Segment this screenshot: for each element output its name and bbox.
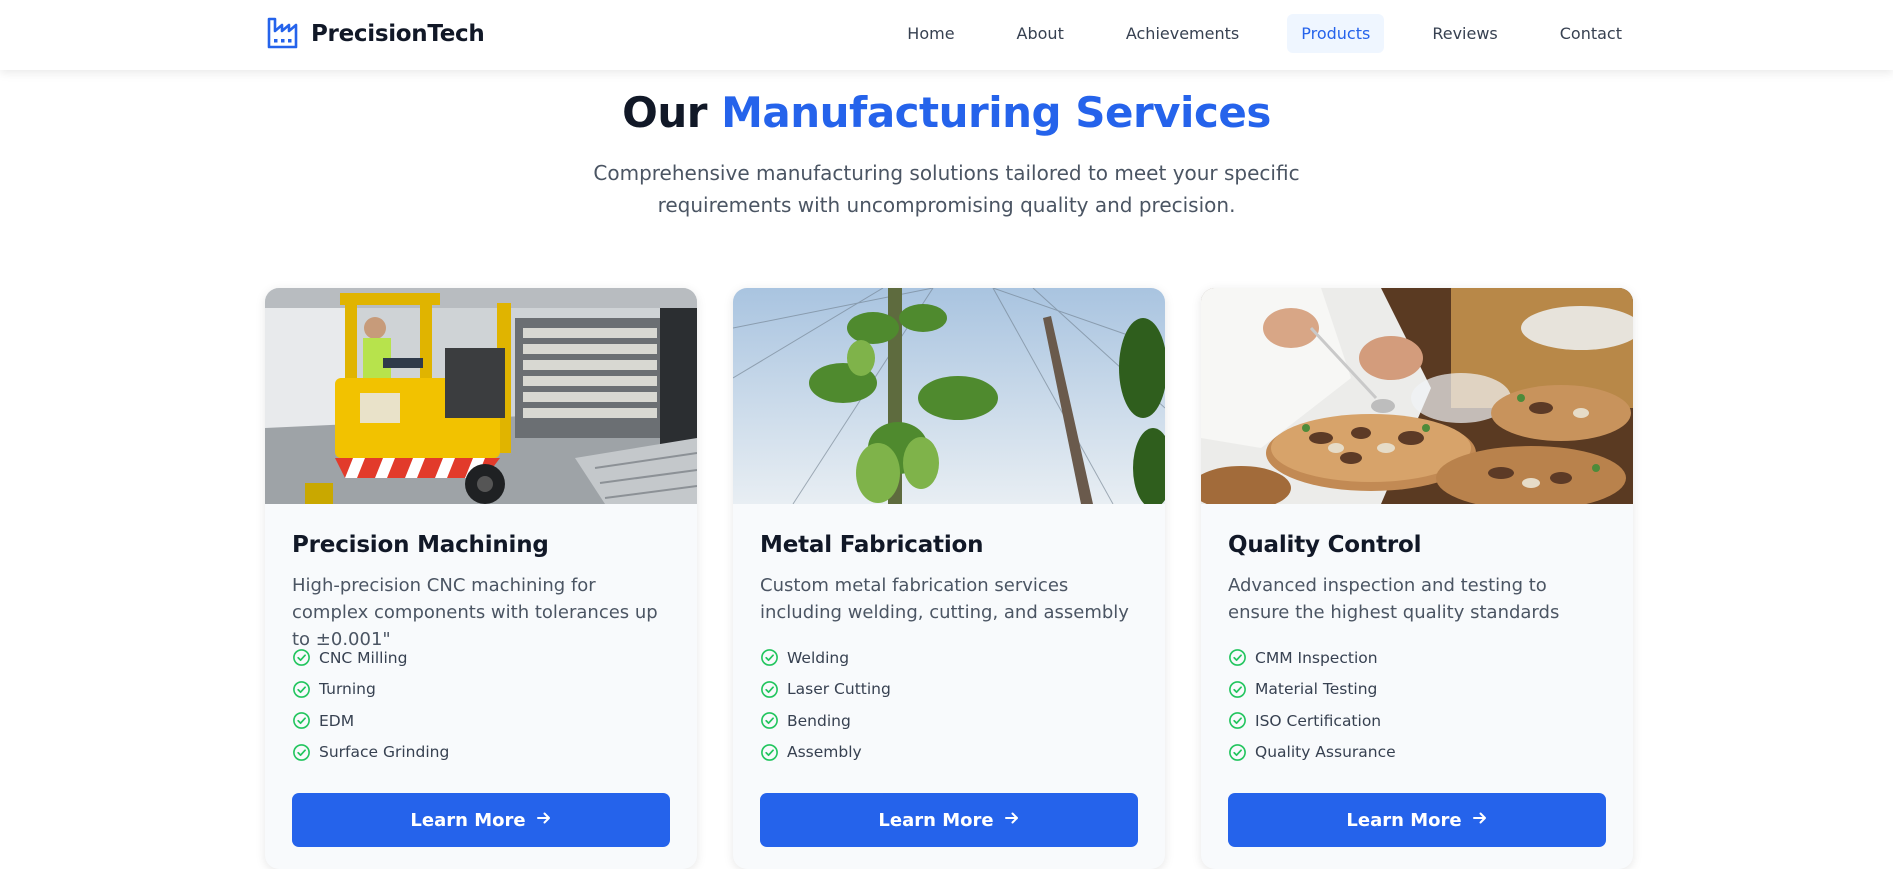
check-circle-icon xyxy=(292,711,311,730)
nav-about[interactable]: About xyxy=(1003,14,1078,53)
check-circle-icon xyxy=(1228,680,1247,699)
feature-item: Bending xyxy=(760,705,1138,737)
feature-label: Bending xyxy=(787,711,851,730)
learn-more-button[interactable]: Learn More xyxy=(1228,793,1606,847)
check-circle-icon xyxy=(760,680,779,699)
check-circle-icon xyxy=(760,711,779,730)
title-accent: Manufacturing Services xyxy=(721,88,1271,137)
check-circle-icon xyxy=(292,680,311,699)
feature-label: Laser Cutting xyxy=(787,680,891,699)
service-card-quality-control: Quality Control Advanced inspection and … xyxy=(1201,288,1633,869)
button-label: Learn More xyxy=(410,809,526,831)
feature-item: Assembly xyxy=(760,737,1138,769)
feature-item: Welding xyxy=(760,642,1138,674)
check-circle-icon xyxy=(1228,648,1247,667)
check-circle-icon xyxy=(1228,743,1247,762)
feature-list: CNC Milling Turning EDM Surface Grinding xyxy=(292,642,670,768)
forklift-warehouse-photo xyxy=(265,288,697,504)
factory-icon xyxy=(265,14,301,54)
feature-label: CMM Inspection xyxy=(1255,648,1378,667)
feature-label: Assembly xyxy=(787,743,862,762)
feature-label: Material Testing xyxy=(1255,680,1378,699)
navbar: PrecisionTech Home About Achievements Pr… xyxy=(0,0,1893,70)
arrow-right-icon xyxy=(1004,810,1020,831)
feature-item: CMM Inspection xyxy=(1228,642,1606,674)
card-description: High-precision CNC machining for complex… xyxy=(292,575,658,650)
service-card-metal-fabrication: Metal Fabrication Custom metal fabricati… xyxy=(733,288,1165,869)
button-label: Learn More xyxy=(878,809,994,831)
brand-name: PrecisionTech xyxy=(311,21,485,47)
check-circle-icon xyxy=(292,743,311,762)
feature-label: Quality Assurance xyxy=(1255,743,1396,762)
learn-more-button[interactable]: Learn More xyxy=(760,793,1138,847)
feature-label: EDM xyxy=(319,711,355,730)
feature-item: Material Testing xyxy=(1228,674,1606,706)
check-circle-icon xyxy=(760,743,779,762)
main-nav: Home About Achievements Products Reviews… xyxy=(859,14,1636,53)
service-card-precision-machining: Precision Machining High-precision CNC m… xyxy=(265,288,697,869)
feature-item: Surface Grinding xyxy=(292,737,670,769)
card-title: Quality Control xyxy=(1228,532,1422,558)
hop-plant-sky-photo xyxy=(733,288,1165,504)
card-title: Precision Machining xyxy=(292,532,549,558)
services-header: Our Manufacturing Services Comprehensive… xyxy=(0,88,1893,221)
feature-item: EDM xyxy=(292,705,670,737)
nav-home[interactable]: Home xyxy=(893,14,968,53)
feature-label: ISO Certification xyxy=(1255,711,1382,730)
nav-achievements[interactable]: Achievements xyxy=(1112,14,1253,53)
feature-list: Welding Laser Cutting Bending Assembly xyxy=(760,642,1138,768)
check-circle-icon xyxy=(292,648,311,667)
nav-products[interactable]: Products xyxy=(1287,14,1385,53)
feature-item: ISO Certification xyxy=(1228,705,1606,737)
feature-item: Laser Cutting xyxy=(760,674,1138,706)
brand-logo[interactable]: PrecisionTech xyxy=(265,14,485,54)
feature-list: CMM Inspection Material Testing ISO Cert… xyxy=(1228,642,1606,768)
learn-more-button[interactable]: Learn More xyxy=(292,793,670,847)
feature-label: Turning xyxy=(319,680,376,699)
arrow-right-icon xyxy=(1472,810,1488,831)
feature-label: CNC Milling xyxy=(319,648,408,667)
page-subtitle: Comprehensive manufacturing solutions ta… xyxy=(593,161,1300,217)
nav-contact[interactable]: Contact xyxy=(1546,14,1636,53)
check-circle-icon xyxy=(760,648,779,667)
feature-label: Surface Grinding xyxy=(319,743,450,762)
arrow-right-icon xyxy=(536,810,552,831)
card-title: Metal Fabrication xyxy=(760,532,984,558)
card-description: Advanced inspection and testing to ensur… xyxy=(1228,575,1560,623)
card-description: Custom metal fabrication services includ… xyxy=(760,575,1129,623)
chef-plating-food-photo xyxy=(1201,288,1633,504)
title-prefix: Our xyxy=(622,88,707,137)
feature-label: Welding xyxy=(787,648,850,667)
button-label: Learn More xyxy=(1346,809,1462,831)
feature-item: Turning xyxy=(292,674,670,706)
feature-item: Quality Assurance xyxy=(1228,737,1606,769)
check-circle-icon xyxy=(1228,711,1247,730)
page-title: Our Manufacturing Services xyxy=(0,88,1893,137)
nav-reviews[interactable]: Reviews xyxy=(1418,14,1511,53)
